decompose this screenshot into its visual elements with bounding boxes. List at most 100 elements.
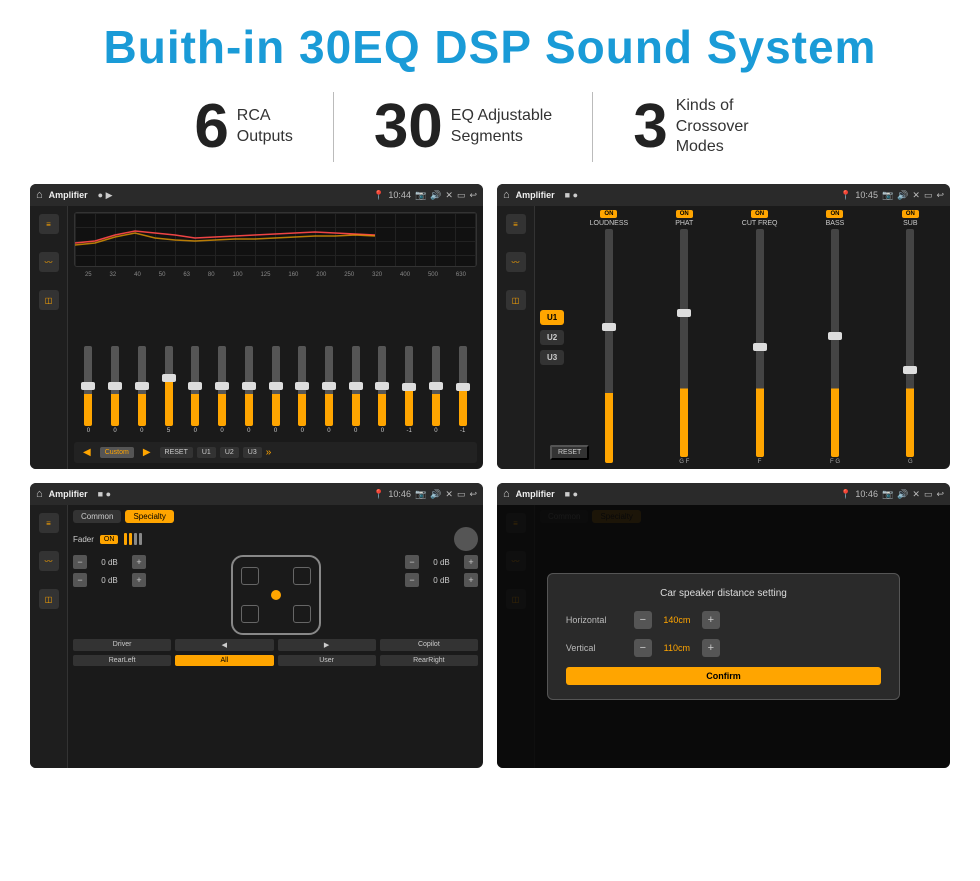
- fader-label: Fader: [73, 535, 94, 544]
- copilot-btn[interactable]: Copilot: [380, 639, 478, 651]
- eq-icon-1[interactable]: ≡: [39, 214, 59, 234]
- amp-icon-1[interactable]: ≡: [506, 214, 526, 234]
- db-minus-3[interactable]: −: [405, 555, 419, 569]
- sp-arrow-left[interactable]: ◀: [175, 639, 273, 651]
- loudness-slider[interactable]: [605, 229, 613, 463]
- cutfreq-slider[interactable]: [756, 229, 764, 457]
- speaker-screen-card: ⌂ Amplifier ■ ● 📍 10:46 📷 🔊 ✕ ▭ ↩ ≡ 〰 ◫: [30, 483, 483, 768]
- db-minus-1[interactable]: −: [73, 555, 87, 569]
- eq-slider-9[interactable]: 0: [290, 346, 315, 434]
- stats-row: 6 RCA Outputs 30 EQ Adjustable Segments …: [30, 92, 950, 162]
- eq-slider-13[interactable]: -1: [397, 346, 422, 434]
- eq-slider-7[interactable]: 0: [236, 346, 261, 434]
- amp-cam-icon: 📷: [882, 190, 893, 201]
- db-plus-3[interactable]: +: [464, 555, 478, 569]
- horizontal-ctrl: − 140cm +: [634, 611, 720, 629]
- rearleft-btn[interactable]: RearLeft: [73, 655, 171, 666]
- vertical-minus-btn[interactable]: −: [634, 639, 652, 657]
- amp-ch-sub: ON SUB G: [875, 210, 946, 465]
- sp-arrow-right[interactable]: ▶: [278, 639, 376, 651]
- vertical-value: 110cm: [657, 643, 697, 653]
- sp-topbar-title: Amplifier: [49, 489, 88, 499]
- db-val-4: 0 dB: [424, 576, 459, 585]
- db-plus-4[interactable]: +: [464, 573, 478, 587]
- eq-icon-2[interactable]: 〰: [39, 252, 59, 272]
- sub-slider[interactable]: [906, 229, 914, 457]
- amp-pin-icon: 📍: [840, 190, 851, 201]
- specialty-tab[interactable]: Specialty: [125, 510, 173, 523]
- fader-on-badge[interactable]: ON: [100, 535, 119, 544]
- confirm-button[interactable]: Confirm: [566, 667, 881, 685]
- eq-u2-btn[interactable]: U2: [220, 447, 239, 458]
- sp-vol-icon: 🔊: [430, 489, 441, 500]
- eq-slider-3[interactable]: 0: [129, 346, 154, 434]
- car-center-dot: [271, 590, 281, 600]
- phat-on-badge[interactable]: ON: [676, 210, 693, 218]
- amp-icon-3[interactable]: ◫: [506, 290, 526, 310]
- amp-icon-2[interactable]: 〰: [506, 252, 526, 272]
- eq-slider-4[interactable]: 5: [156, 346, 181, 434]
- amp-u2-btn[interactable]: U2: [540, 330, 564, 345]
- db-minus-4[interactable]: −: [405, 573, 419, 587]
- home-icon[interactable]: ⌂: [36, 189, 43, 201]
- sp-icon-1[interactable]: ≡: [39, 513, 59, 533]
- speaker-screen-body: ≡ 〰 ◫ Common Specialty Fader ON: [30, 505, 483, 768]
- db-plus-2[interactable]: +: [132, 573, 146, 587]
- eq-slider-14[interactable]: 0: [424, 346, 449, 434]
- eq-reset-btn[interactable]: RESET: [160, 447, 193, 458]
- dlg-win-icon: ▭: [924, 489, 933, 500]
- eq-slider-11[interactable]: 0: [343, 346, 368, 434]
- user-btn[interactable]: User: [278, 655, 376, 666]
- eq-custom-btn[interactable]: Custom: [100, 447, 134, 458]
- eq-u3-btn[interactable]: U3: [243, 447, 262, 458]
- horizontal-minus-btn[interactable]: −: [634, 611, 652, 629]
- sub-on-badge[interactable]: ON: [902, 210, 919, 218]
- speaker-main: Common Specialty Fader ON: [68, 505, 483, 768]
- db-right: − 0 dB + − 0 dB +: [405, 555, 478, 635]
- bass-on-badge[interactable]: ON: [826, 210, 843, 218]
- db-val-2: 0 dB: [92, 576, 127, 585]
- all-btn[interactable]: All: [175, 655, 273, 666]
- loudness-on-badge[interactable]: ON: [600, 210, 617, 218]
- eq-slider-8[interactable]: 0: [263, 346, 288, 434]
- amp-u1-btn[interactable]: U1: [540, 310, 564, 325]
- horizontal-plus-btn[interactable]: +: [702, 611, 720, 629]
- driver-btn[interactable]: Driver: [73, 639, 171, 651]
- amp-reset-btn[interactable]: RESET: [550, 445, 589, 460]
- eq-slider-5[interactable]: 0: [183, 346, 208, 434]
- eq-icon-3[interactable]: ◫: [39, 290, 59, 310]
- db-minus-2[interactable]: −: [73, 573, 87, 587]
- rearright-btn[interactable]: RearRight: [380, 655, 478, 666]
- common-tab[interactable]: Common: [73, 510, 121, 523]
- db-rows: − 0 dB + − 0 dB +: [73, 555, 478, 635]
- db-plus-1[interactable]: +: [132, 555, 146, 569]
- amp-home-icon[interactable]: ⌂: [503, 189, 510, 201]
- eq-curve-svg: [75, 213, 476, 266]
- eq-slider-6[interactable]: 0: [210, 346, 235, 434]
- speaker-footer-2: RearLeft All User RearRight: [73, 655, 478, 666]
- eq-prev-btn[interactable]: ◀: [78, 445, 96, 460]
- eq-u1-btn[interactable]: U1: [197, 447, 216, 458]
- vertical-plus-btn[interactable]: +: [702, 639, 720, 657]
- sp-icon-3[interactable]: ◫: [39, 589, 59, 609]
- eq-slider-2[interactable]: 0: [103, 346, 128, 434]
- sp-back-icon: ↩: [469, 489, 477, 500]
- dialog-title: Car speaker distance setting: [566, 588, 881, 599]
- dialog-overlay: Car speaker distance setting Horizontal …: [497, 505, 950, 768]
- amp-screen-card: ⌂ Amplifier ■ ● 📍 10:45 📷 🔊 ✕ ▭ ↩ ≡ 〰 ◫: [497, 184, 950, 469]
- phat-slider[interactable]: [680, 229, 688, 457]
- dlg-home-icon[interactable]: ⌂: [503, 488, 510, 500]
- eq-slider-1[interactable]: 0: [76, 346, 101, 434]
- bass-slider[interactable]: [831, 229, 839, 457]
- eq-slider-10[interactable]: 0: [317, 346, 342, 434]
- amp-ch-bass: ON BASS F G: [799, 210, 870, 465]
- fader-bars: [124, 533, 142, 545]
- cutfreq-on-badge[interactable]: ON: [751, 210, 768, 218]
- eq-slider-12[interactable]: 0: [370, 346, 395, 434]
- eq-slider-15[interactable]: -1: [450, 346, 475, 434]
- sp-home-icon[interactable]: ⌂: [36, 488, 43, 500]
- amp-u3-btn[interactable]: U3: [540, 350, 564, 365]
- sp-dots: ■ ●: [98, 489, 111, 499]
- sp-icon-2[interactable]: 〰: [39, 551, 59, 571]
- eq-next-btn[interactable]: ▶: [138, 445, 156, 460]
